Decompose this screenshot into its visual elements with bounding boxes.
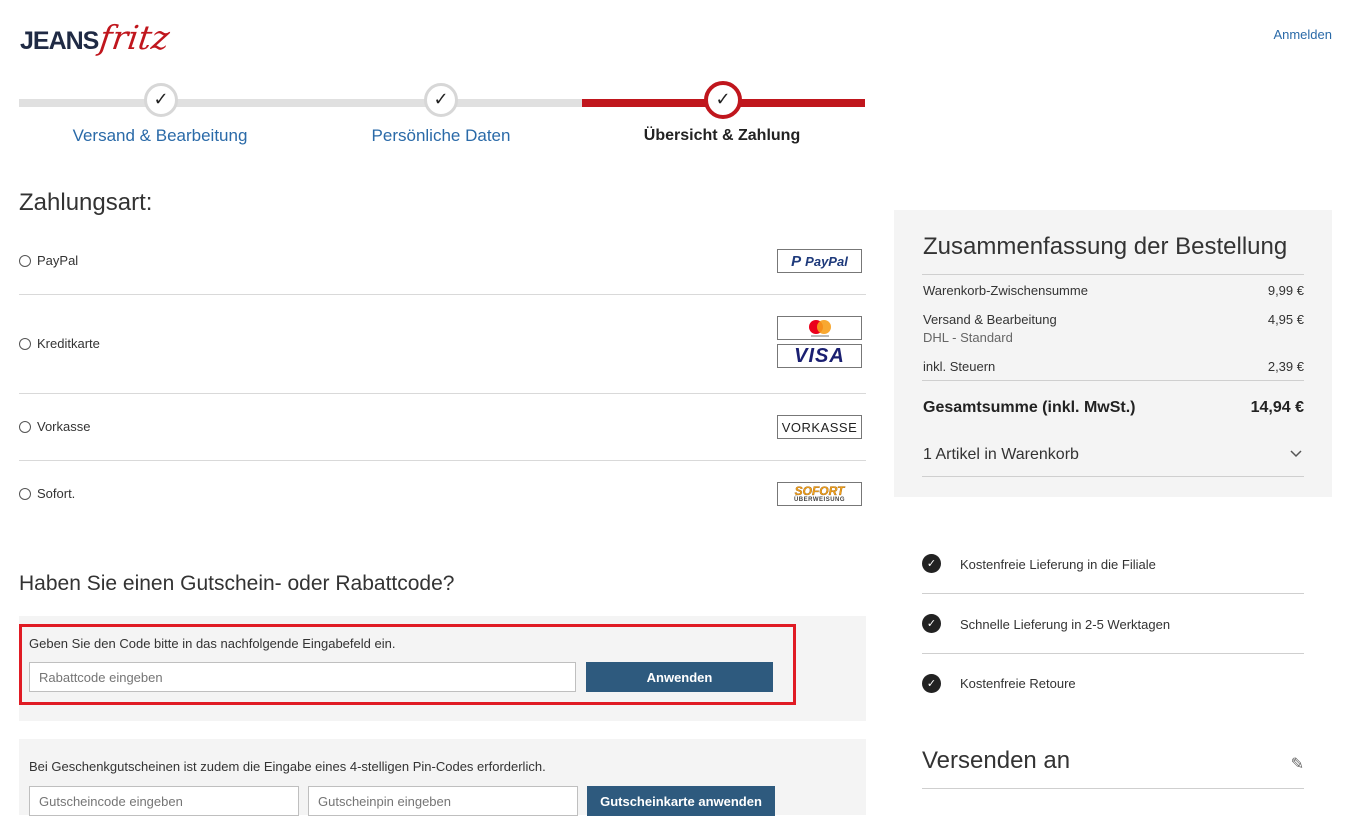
gift-pin-input[interactable] — [308, 786, 578, 816]
benefit-fast-delivery: Schnelle Lieferung in 2-5 Werktagen — [960, 617, 1171, 632]
divider — [922, 476, 1304, 477]
apply-gift-card-button[interactable]: Gutscheinkarte anwenden — [587, 786, 775, 816]
step-2-label[interactable]: Persönliche Daten — [341, 126, 541, 146]
step-3-label: Übersicht & Zahlung — [643, 127, 801, 144]
step-2-check-icon[interactable]: ✓ — [424, 83, 458, 117]
discount-code-input[interactable] — [29, 662, 576, 692]
vorkasse-badge-icon: VORKASSE — [777, 415, 862, 439]
gift-code-input[interactable] — [29, 786, 299, 816]
divider — [19, 393, 866, 394]
radio-paypal[interactable] — [19, 254, 31, 267]
tax-label: inkl. Steuern — [923, 359, 996, 374]
divider — [922, 593, 1304, 594]
shipping-method: DHL - Standard — [923, 330, 1013, 345]
total-label: Gesamtsumme (inkl. MwSt.) — [923, 399, 1136, 416]
radio-sofort[interactable] — [19, 487, 31, 500]
total-value: 14,94 € — [1250, 399, 1304, 416]
site-logo[interactable]: JEANS fritz — [20, 14, 173, 57]
cart-items-toggle[interactable]: 1 Artikel in Warenkorb — [922, 445, 1304, 475]
logo-fritz-text: fritz — [97, 18, 173, 57]
payment-option-vorkasse[interactable]: Vorkasse — [19, 419, 866, 434]
progress-bar-completed — [19, 99, 582, 107]
login-link[interactable]: Anmelden — [1273, 27, 1332, 42]
paypal-logo-icon: P PayPal — [777, 249, 862, 273]
chevron-down-icon — [1290, 445, 1302, 464]
paypal-logo-text: PayPal — [805, 253, 848, 269]
radio-kreditkarte[interactable] — [19, 337, 31, 350]
divider — [922, 274, 1304, 275]
payment-label-sofort: Sofort. — [37, 486, 76, 501]
divider — [922, 653, 1304, 654]
check-circle-icon: ✓ — [922, 554, 941, 573]
payment-option-paypal[interactable]: PayPal — [19, 253, 866, 268]
payment-label-vorkasse: Vorkasse — [37, 419, 91, 434]
edit-pencil-icon[interactable]: ✎ — [1291, 754, 1304, 773]
voucher-title: Haben Sie einen Gutschein- oder Rabattco… — [19, 572, 455, 595]
divider — [922, 788, 1304, 789]
visa-logo-text: VISA — [794, 344, 845, 367]
radio-vorkasse[interactable] — [19, 420, 31, 433]
ship-to-title: Versenden an — [922, 747, 1071, 774]
subtotal-value: 9,99 € — [1267, 283, 1304, 298]
step-1-check-icon[interactable]: ✓ — [144, 83, 178, 117]
payment-option-kreditkarte[interactable]: Kreditkarte — [19, 336, 866, 351]
payment-option-sofort[interactable]: Sofort. — [19, 486, 866, 501]
check-circle-icon: ✓ — [922, 674, 941, 693]
tax-value: 2,39 € — [1267, 359, 1304, 374]
sofort-logo-top: SOFORT — [794, 484, 845, 498]
benefit-free-store-delivery: Kostenfreie Lieferung in die Filiale — [960, 557, 1156, 572]
discount-code-hint: Geben Sie den Code bitte in das nachfolg… — [29, 636, 396, 651]
step-1-label[interactable]: Versand & Bearbeitung — [60, 126, 260, 146]
shipping-label: Versand & Bearbeitung — [923, 312, 1057, 327]
check-circle-icon: ✓ — [922, 614, 941, 633]
vorkasse-badge-text: VORKASSE — [781, 419, 858, 435]
sofort-logo-bottom: ÜBERWEISUNG — [793, 497, 846, 503]
shipping-value: 4,95 € — [1267, 312, 1304, 327]
gift-card-hint: Bei Geschenkgutscheinen ist zudem die Ei… — [29, 759, 546, 774]
divider — [922, 380, 1304, 381]
logo-jeans-text: JEANS — [20, 27, 99, 55]
benefit-free-returns: Kostenfreie Retoure — [960, 676, 1076, 691]
sofort-logo-icon: SOFORT ÜBERWEISUNG — [777, 482, 862, 506]
order-summary-title: Zusammenfassung der Bestellung — [923, 233, 1288, 260]
payment-title: Zahlungsart: — [19, 189, 153, 216]
divider — [19, 294, 866, 295]
apply-discount-button[interactable]: Anwenden — [586, 662, 773, 692]
subtotal-label: Warenkorb-Zwischensumme — [923, 283, 1088, 298]
step-3-check-icon: ✓ — [704, 81, 742, 119]
payment-label-kreditkarte: Kreditkarte — [37, 336, 100, 351]
mastercard-logo-icon — [777, 316, 862, 340]
cart-items-label: 1 Artikel in Warenkorb — [923, 446, 1079, 463]
payment-label-paypal: PayPal — [37, 253, 79, 268]
divider — [19, 460, 866, 461]
visa-logo-icon: VISA — [777, 344, 862, 368]
